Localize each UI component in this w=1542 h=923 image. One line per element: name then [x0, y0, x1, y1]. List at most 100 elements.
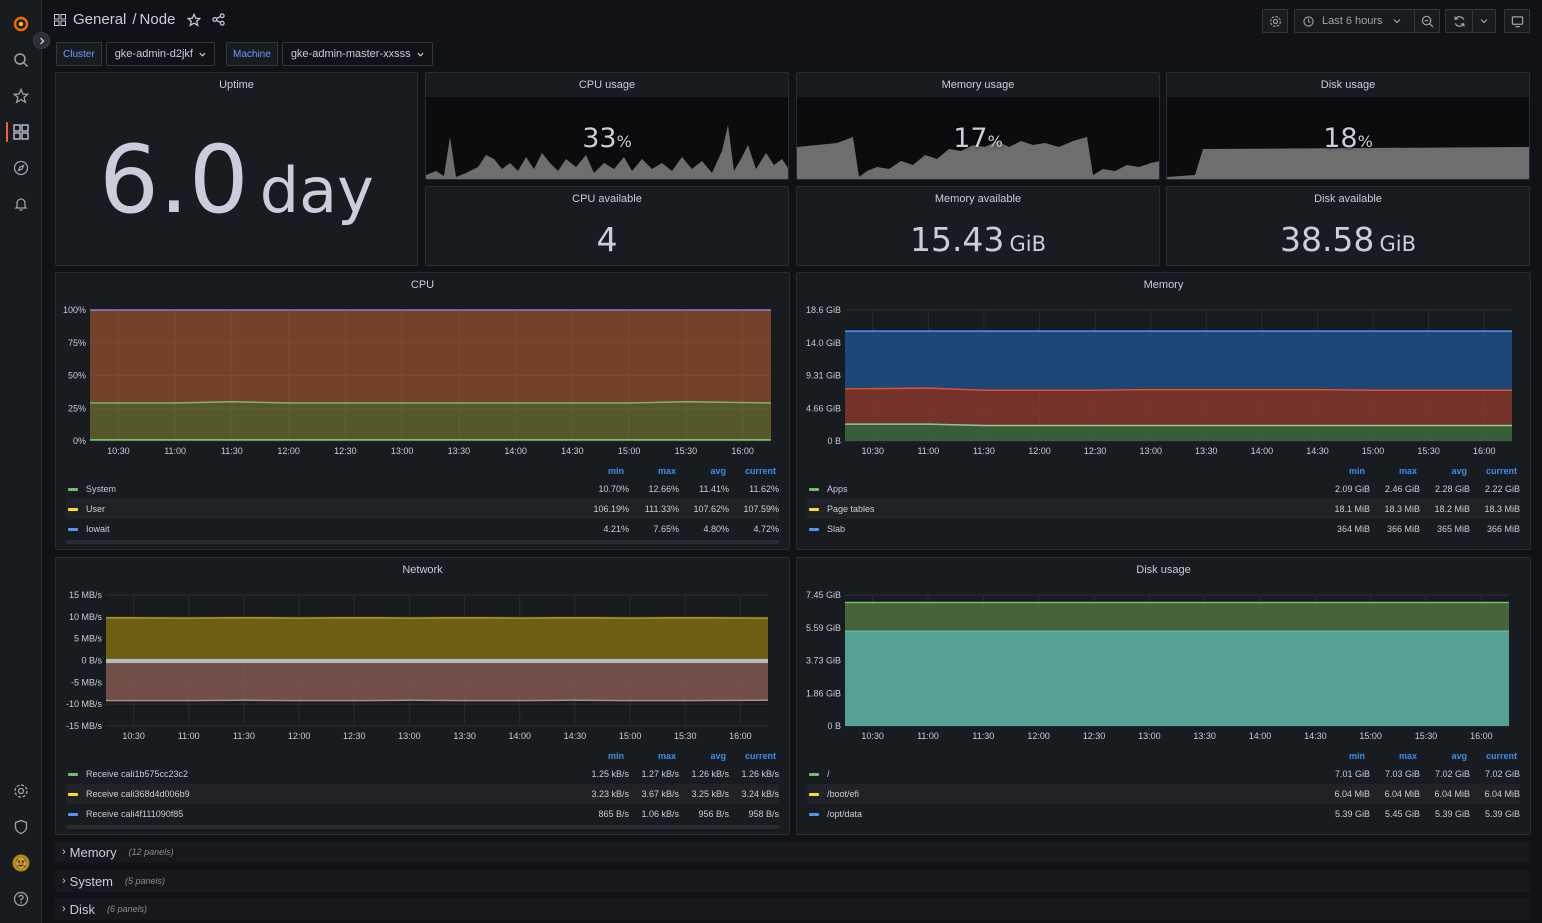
legend-header-current[interactable]: current — [1467, 751, 1517, 761]
series-area — [106, 617, 768, 659]
legend-header-min[interactable]: min — [1317, 466, 1365, 476]
legend-scrollbar[interactable] — [66, 540, 779, 544]
cpu-available-panel[interactable]: CPU available 4 — [425, 186, 789, 266]
starred-icon[interactable] — [11, 86, 31, 106]
uptime-panel[interactable]: Uptime 6.0 day — [55, 72, 418, 266]
row-title: Memory — [69, 844, 117, 860]
breadcrumb-separator: / — [132, 11, 137, 28]
tv-mode-button[interactable] — [1504, 9, 1530, 33]
disk-available-panel[interactable]: Disk available 38.58 GiB — [1166, 186, 1530, 266]
refresh-interval-dropdown[interactable] — [1472, 9, 1496, 33]
row-system[interactable]: › System (5 panels) — [55, 870, 1530, 892]
configuration-gear-icon[interactable] — [11, 781, 31, 801]
legend-header-max[interactable]: max — [1367, 751, 1417, 761]
legend-header-max[interactable]: max — [1367, 466, 1417, 476]
x-tick-label: 11:00 — [917, 446, 939, 456]
series-area — [845, 424, 1512, 441]
expand-sidebar-button[interactable] — [33, 32, 50, 49]
dashboards-icon[interactable] — [11, 122, 31, 142]
legend-row[interactable]: Receive cali368d4d006b9 3.23 kB/s 3.67 kB/… — [66, 784, 779, 804]
x-tick-label: 11:30 — [972, 731, 994, 741]
cpu-usage-number: 33 — [582, 123, 617, 154]
legend-row[interactable]: Iowait 4.21% 7.65% 4.80% 4.72% — [66, 519, 779, 539]
legend-min: 3.23 kB/s — [591, 789, 629, 799]
variable-cluster: Cluster gke-admin-d2jkf — [56, 42, 215, 66]
x-tick-label: 12:00 — [1028, 446, 1051, 456]
legend-row[interactable]: Receive cali4f111090f85 865 B/s 1.06 kB/s 9… — [66, 804, 779, 824]
legend-header-current[interactable]: current — [1467, 466, 1517, 476]
x-tick-label: 13:30 — [448, 446, 471, 456]
legend-row[interactable]: Apps 2.09 GiB 2.46 GiB 2.28 GiB 2.22 GiB — [807, 479, 1520, 499]
uptime-unit: day — [259, 154, 374, 227]
cpu-usage-panel[interactable]: CPU usage 33% — [425, 72, 789, 180]
legend-header-avg[interactable]: avg — [676, 751, 726, 761]
machine-select[interactable]: gke-admin-master-xxsss — [281, 42, 433, 66]
cluster-select[interactable]: gke-admin-d2jkf — [105, 42, 215, 66]
legend-header-current[interactable]: current — [726, 751, 776, 761]
legend-row[interactable]: Receive cali1b575cc23c2 1.25 kB/s 1.27 kB/… — [66, 764, 779, 784]
legend-header-max[interactable]: max — [626, 466, 676, 476]
legend-header-avg[interactable]: avg — [1417, 466, 1467, 476]
user-avatar[interactable] — [11, 853, 31, 873]
legend-header-min[interactable]: min — [1317, 751, 1365, 761]
grafana-logo-icon[interactable] — [11, 13, 31, 33]
dashboard-settings-button[interactable] — [1262, 9, 1288, 33]
variable-machine: Machine gke-admin-master-xxsss — [226, 42, 433, 66]
legend-scrollbar[interactable] — [66, 825, 779, 829]
legend-color-swatch — [809, 507, 819, 511]
share-icon[interactable] — [212, 13, 226, 26]
disk-usage-stat-panel[interactable]: Disk usage 18% — [1166, 72, 1530, 180]
x-tick-label: 14:00 — [504, 446, 527, 456]
memory-chart: 18.6 GiB 14.0 GiB 9.31 GiB 4.66 GiB 0 B 10:30… — [806, 305, 1512, 456]
x-tick-label: 12:00 — [1027, 731, 1050, 741]
legend-header-min[interactable]: min — [576, 466, 624, 476]
legend-row[interactable]: User 106.19% 111.33% 107.62% 107.59% — [66, 499, 779, 519]
memory-usage-panel[interactable]: Memory usage 17% — [796, 72, 1160, 180]
chevron-down-icon — [199, 52, 206, 57]
legend-series-name: System — [86, 484, 117, 494]
legend-row[interactable]: Slab 364 MiB 366 MiB 365 MiB 366 MiB — [807, 519, 1520, 539]
disk-available-value: 38.58 GiB — [1167, 220, 1529, 259]
server-admin-shield-icon[interactable] — [11, 817, 31, 837]
machine-select-value: gke-admin-master-xxsss — [290, 48, 411, 60]
disk-graph-panel[interactable]: Disk usage 7.45 GiB 5.59 GiB 3.73 GiB 1.86 … — [796, 557, 1531, 835]
x-tick-label: 11:30 — [973, 446, 995, 456]
dashboard-title[interactable]: Node — [140, 11, 176, 28]
legend-min: 865 B/s — [598, 809, 629, 819]
row-memory[interactable]: › Memory (12 panels) — [55, 841, 1530, 863]
memory-available-panel[interactable]: Memory available 15.43 GiB — [796, 186, 1160, 266]
legend-color-swatch — [68, 792, 78, 796]
star-icon[interactable] — [187, 12, 202, 27]
zoom-out-button[interactable] — [1414, 9, 1440, 33]
refresh-button[interactable] — [1445, 9, 1473, 33]
memory-usage-value: 17% — [797, 123, 1159, 154]
cpu-graph-panel[interactable]: CPU 100% 75% 50% 25% 0% 10:30 11:00 11:30 12:00 1… — [55, 272, 790, 550]
network-graph-panel[interactable]: Network 15 MB/s 10 MB/s 5 MB/s 0 B/s -5 MB/s… — [55, 557, 790, 835]
search-icon[interactable] — [11, 50, 31, 70]
breadcrumb: General / Node — [54, 11, 226, 28]
legend-row[interactable]: /boot/efi 6.04 MiB 6.04 MiB 6.04 MiB 6.04 Mi… — [807, 784, 1520, 804]
help-icon[interactable] — [11, 889, 31, 909]
legend-header-min[interactable]: min — [576, 751, 624, 761]
legend-header-avg[interactable]: avg — [1417, 751, 1467, 761]
row-disk[interactable]: › Disk (6 panels) — [55, 898, 1530, 920]
legend-header-max[interactable]: max — [626, 751, 676, 761]
legend-header-avg[interactable]: avg — [676, 466, 726, 476]
legend-color-swatch — [68, 812, 78, 816]
x-tick-label: 12:30 — [343, 731, 366, 741]
alerting-bell-icon[interactable] — [11, 194, 31, 214]
dashboard-grid-icon — [54, 13, 66, 26]
legend-row[interactable]: /opt/data 5.39 GiB 5.45 GiB 5.39 GiB 5.39 Gi… — [807, 804, 1520, 824]
legend-header-current[interactable]: current — [726, 466, 776, 476]
legend-color-swatch — [68, 772, 78, 776]
legend-row[interactable]: / 7.01 GiB 7.03 GiB 7.02 GiB 7.02 GiB — [807, 764, 1520, 784]
series-area — [845, 631, 1509, 726]
memory-graph-panel[interactable]: Memory 18.6 GiB 14.0 GiB 9.31 GiB 4.66 GiB 0… — [796, 272, 1531, 550]
legend-row[interactable]: Page tables 18.1 MiB 18.3 MiB 18.2 MiB 18.3 … — [807, 499, 1520, 519]
y-tick-label: 0 B/s — [81, 656, 102, 666]
legend-row[interactable]: System 10.70% 12.66% 11.41% 11.62% — [66, 479, 779, 499]
time-range-picker[interactable]: Last 6 hours — [1294, 9, 1419, 33]
breadcrumb-folder[interactable]: General — [73, 11, 126, 28]
explore-icon[interactable] — [11, 158, 31, 178]
clock-icon — [1303, 15, 1314, 27]
